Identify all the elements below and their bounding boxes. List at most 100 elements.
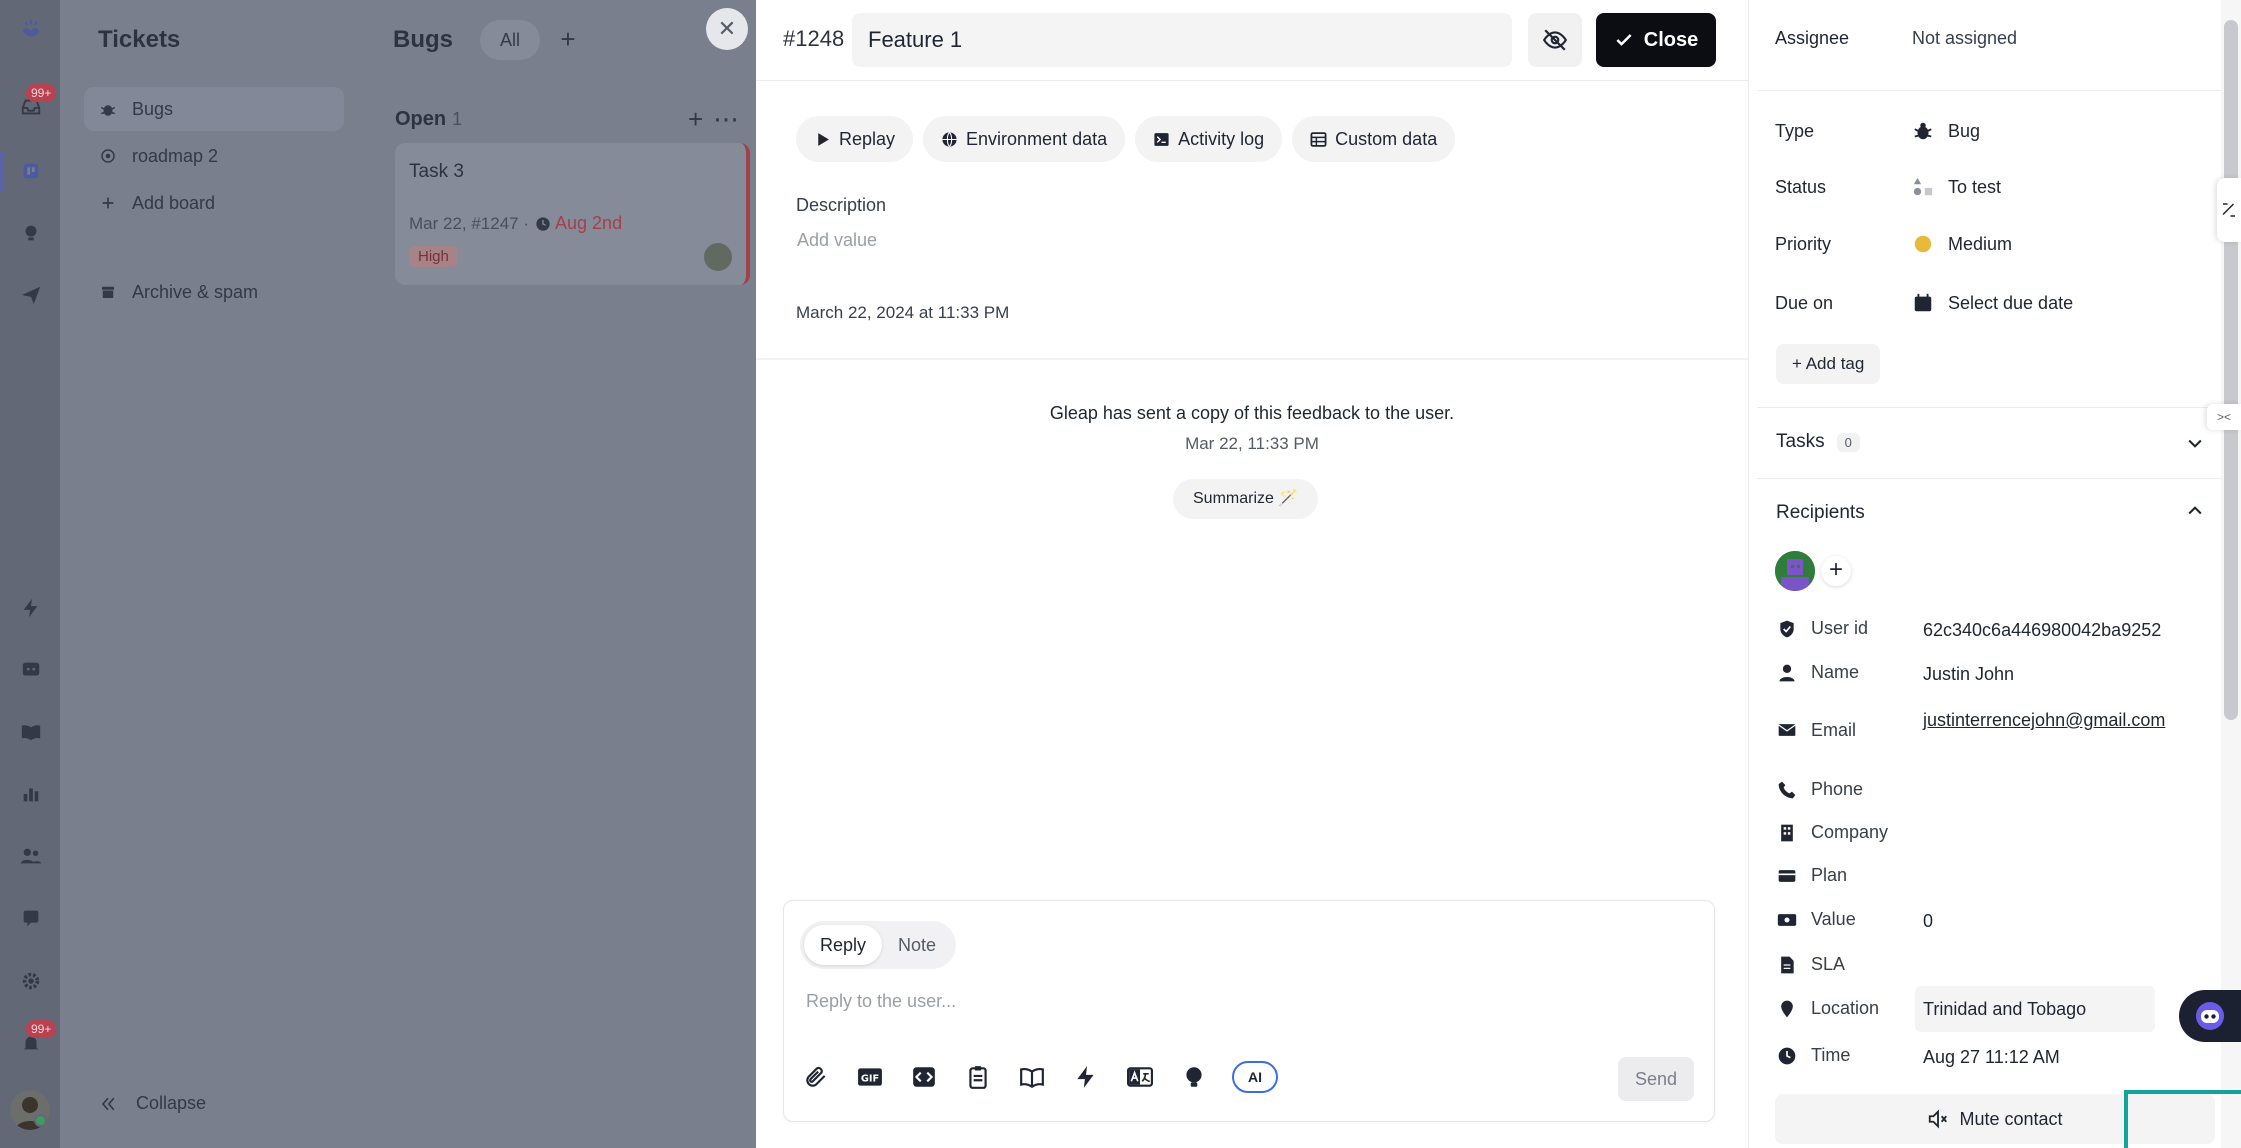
nav-item-archive-spam[interactable]: Archive & spam: [84, 270, 344, 314]
attachment-icon[interactable]: [800, 1061, 832, 1093]
mode-note-button[interactable]: Note: [882, 925, 952, 965]
check-icon: [1616, 34, 1632, 46]
nav-item-bugs[interactable]: Bugs: [84, 87, 344, 131]
hide-ticket-button[interactable]: [1528, 13, 1582, 67]
chart-icon[interactable]: [18, 781, 44, 807]
type-row[interactable]: Type Bug: [1775, 120, 1980, 142]
messages-icon[interactable]: [18, 905, 44, 931]
chat-bot-launcher[interactable]: [2179, 990, 2241, 1042]
code-icon[interactable]: [908, 1061, 940, 1093]
bolt-icon[interactable]: [1070, 1061, 1102, 1093]
ticket-card[interactable]: Task 3 Mar 22, #1247 · Aug 2nd High: [395, 143, 750, 285]
attr-time: Time Aug 27 11:12 AM: [1777, 1045, 2183, 1069]
edge-collapse-tab[interactable]: ><: [2207, 404, 2241, 430]
nav-item-add-board[interactable]: Add board: [84, 181, 344, 225]
send-plane-icon[interactable]: [18, 282, 44, 308]
attr-plan: Plan: [1777, 865, 2183, 886]
column-name: Open: [395, 108, 447, 130]
status-row[interactable]: Status To test: [1775, 176, 2001, 198]
chevron-up-icon[interactable]: [2185, 501, 2205, 521]
type-text: Bug: [1948, 120, 1981, 141]
attr-sla: SLA: [1777, 954, 2183, 975]
people-icon[interactable]: [18, 843, 44, 869]
scrollbar-thumb[interactable]: [2224, 20, 2238, 720]
tasks-label: Tasks: [1776, 431, 1825, 452]
knowledge-book-icon[interactable]: [1016, 1061, 1048, 1093]
building-icon: [1781, 824, 1793, 842]
logo-icon[interactable]: [18, 16, 44, 42]
settings-gear-icon[interactable]: [18, 968, 44, 994]
lightbulb-icon[interactable]: [1178, 1061, 1210, 1093]
attr-email: Email justinterrencejohn@gmail.com: [1777, 708, 2173, 741]
mode-reply-button[interactable]: Reply: [804, 925, 883, 965]
activity-time: Mar 22, 11:33 PM: [1185, 434, 1319, 453]
close-ticket-button[interactable]: Close: [1596, 13, 1716, 67]
person-icon: [1779, 664, 1795, 682]
book-icon[interactable]: [18, 719, 44, 745]
attr-label: Email: [1811, 720, 1857, 740]
assignee-row[interactable]: Assignee Not assigned: [1775, 28, 2017, 49]
nav-item-roadmap-2[interactable]: roadmap 2: [84, 134, 344, 178]
target-icon: [98, 146, 118, 166]
due-text: Select due date: [1948, 292, 2074, 313]
sidebar-scrollbar[interactable]: [2221, 0, 2241, 1148]
tab-environment-data[interactable]: Environment data: [923, 116, 1126, 162]
roadmap-bulb-icon[interactable]: [18, 220, 44, 246]
translate-icon[interactable]: [1124, 1061, 1156, 1093]
recipient-avatar[interactable]: [1775, 551, 1815, 591]
summarize-button[interactable]: Summarize 🪄: [1173, 479, 1319, 519]
clipboard-icon[interactable]: [962, 1061, 994, 1093]
gif-icon[interactable]: GIF: [854, 1061, 886, 1093]
attr-value[interactable]: Justin John: [1923, 662, 2183, 686]
tab-activity-log[interactable]: Activity log: [1135, 116, 1283, 162]
due-date-row[interactable]: Due on Select due date: [1775, 292, 2073, 314]
overlay-close-button[interactable]: ✕: [706, 8, 748, 50]
due-value: Select due date: [1912, 292, 2073, 314]
attr-name: Name Justin John: [1777, 662, 2183, 686]
ticket-tabs: Replay Environment data Activity log Cus…: [796, 116, 1465, 162]
user-avatar[interactable]: [10, 1090, 50, 1130]
attr-label: Plan: [1811, 865, 1848, 885]
attr-label: Name: [1811, 662, 1860, 682]
send-button[interactable]: Send: [1618, 1057, 1694, 1101]
ticket-detail-main: #1248 Feature 1 Close Replay Environment…: [756, 0, 1748, 1148]
attr-phone: Phone: [1777, 779, 2183, 800]
divider: [756, 80, 1748, 81]
chevron-down-icon[interactable]: [2185, 433, 2205, 453]
location-field[interactable]: Trinidad and Tobago: [1915, 986, 2155, 1032]
tasks-section-header[interactable]: Tasks 0: [1776, 431, 1860, 453]
attr-label: User id: [1811, 618, 1869, 638]
tab-replay[interactable]: Replay: [796, 116, 914, 162]
close-label: Close: [1643, 28, 1699, 51]
attr-value[interactable]: 0: [1923, 909, 2183, 933]
status-text: To test: [1948, 176, 2002, 197]
attr-value-row: Value 0: [1777, 909, 2183, 933]
add-recipient-button[interactable]: +: [1821, 556, 1851, 586]
tickets-navigation: Tickets Bugs roadmap 2 Add board Archive…: [60, 0, 358, 1148]
add-filter-button[interactable]: +: [548, 20, 588, 60]
collapse-button[interactable]: Collapse: [98, 1093, 206, 1114]
bot-chat-icon[interactable]: [18, 657, 44, 683]
divider: [1757, 90, 2234, 91]
tickets-icon[interactable]: [18, 158, 44, 184]
speaker-muted-icon: [1929, 1109, 1948, 1129]
priority-row[interactable]: Priority Medium: [1775, 233, 2012, 255]
column-actions[interactable]: +⋯: [688, 104, 749, 135]
bolt-icon[interactable]: [18, 595, 44, 621]
filter-all-pill[interactable]: All: [480, 20, 541, 60]
recipients-section-header[interactable]: Recipients: [1776, 502, 1865, 524]
nav-item-label: Add board: [132, 192, 216, 213]
reply-input[interactable]: [806, 991, 1666, 1012]
email-link[interactable]: justinterrencejohn@gmail.com: [1923, 708, 2173, 732]
ai-assist-button[interactable]: AI: [1232, 1061, 1278, 1093]
attr-label: Phone: [1811, 779, 1864, 799]
credit-card-icon: [1778, 870, 1796, 882]
activity-message: Gleap has sent a copy of this feedback t…: [1049, 403, 1455, 423]
focus-highlight: [2124, 1090, 2241, 1148]
description-field[interactable]: Add value: [797, 230, 877, 251]
money-icon: [1777, 914, 1797, 926]
tab-custom-data[interactable]: Custom data: [1292, 116, 1456, 162]
ticket-title-input[interactable]: Feature 1: [852, 13, 1512, 67]
edge-tool-tab[interactable]: [2217, 178, 2241, 242]
add-tag-button[interactable]: + Add tag: [1776, 344, 1881, 384]
